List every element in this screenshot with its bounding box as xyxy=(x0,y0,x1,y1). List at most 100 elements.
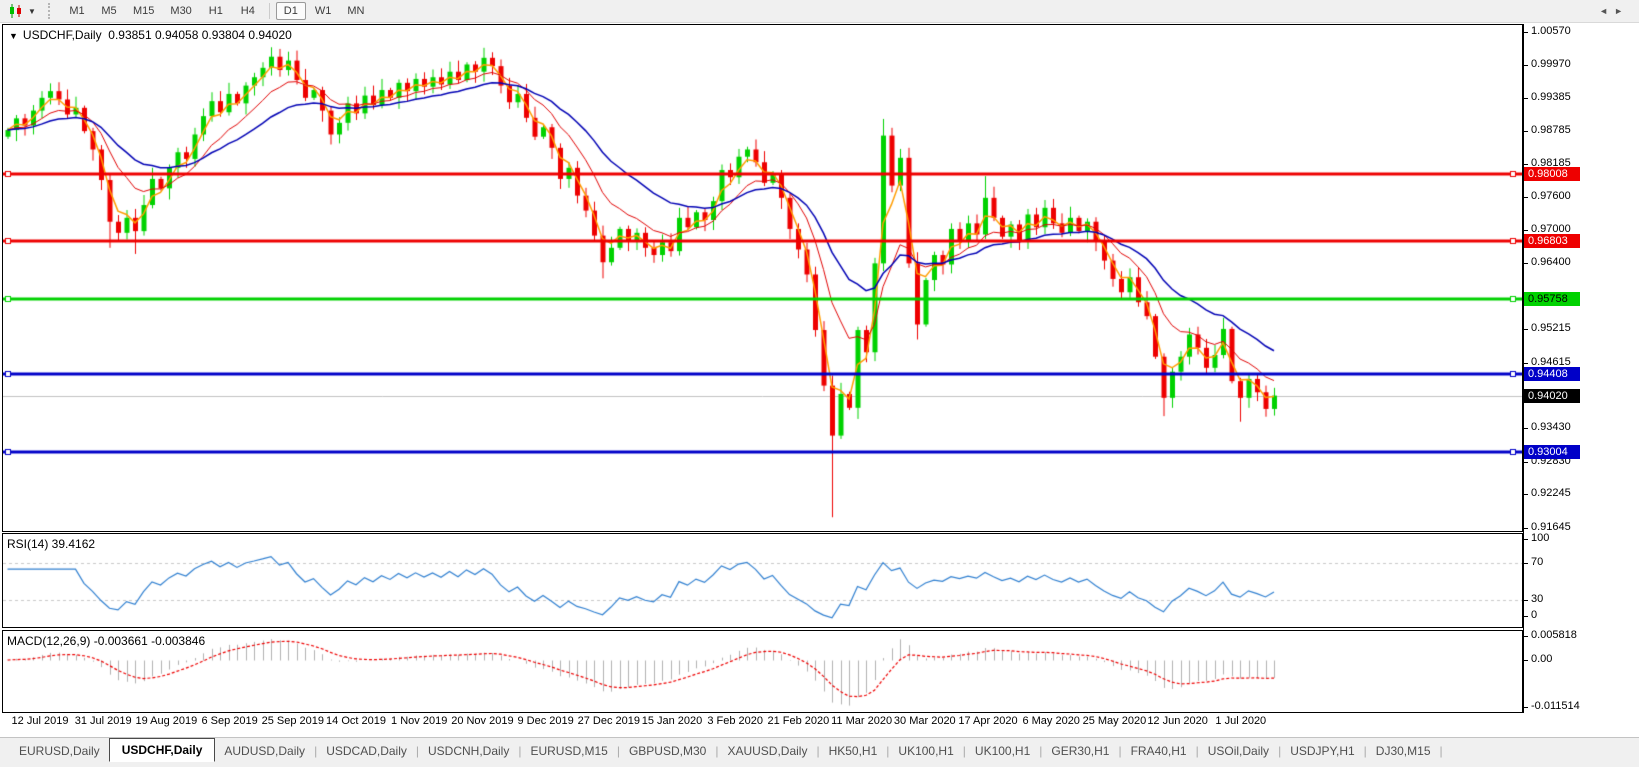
chart-tab-eurusd-daily[interactable]: EURUSD,Daily xyxy=(10,740,109,762)
tab-scroll-left-icon[interactable]: ◄ xyxy=(1599,6,1614,16)
chart-title: ▼ USDCHF,Daily 0.93851 0.94058 0.93804 0.… xyxy=(9,28,292,42)
chart-tab-usdchf-daily[interactable]: USDCHF,Daily xyxy=(108,737,216,762)
chart-tab-dj30-m15[interactable]: DJ30,M15 xyxy=(1367,740,1440,762)
rsi-axis-label: 0 xyxy=(1531,609,1538,621)
chart-tab-eurusd-m15[interactable]: EURUSD,M15 xyxy=(521,740,616,762)
candlestick-chart-canvas[interactable] xyxy=(3,25,1522,531)
chart-tab-hk50-h1[interactable]: HK50,H1 xyxy=(820,740,887,762)
date-axis-label: 3 Feb 2020 xyxy=(707,715,764,727)
hline-price-tag[interactable]: 0.93004 xyxy=(1524,445,1580,459)
timeframe-button-m1[interactable]: M1 xyxy=(62,2,92,20)
date-axis-label: 9 Dec 2019 xyxy=(517,715,574,727)
main-chart-panel[interactable]: ▼ USDCHF,Daily 0.93851 0.94058 0.93804 0.… xyxy=(2,24,1523,532)
chart-tab-audusd-daily[interactable]: AUDUSD,Daily xyxy=(215,740,314,762)
chart-tab-xauusd-daily[interactable]: XAUUSD,Daily xyxy=(718,740,816,762)
chart-tab-fra40-h1[interactable]: FRA40,H1 xyxy=(1122,740,1196,762)
date-axis-label: 11 Mar 2020 xyxy=(831,715,893,727)
macd-axis-label: 0.005818 xyxy=(1531,629,1577,641)
timeframe-button-m5[interactable]: M5 xyxy=(94,2,124,20)
price-axis-label: 0.99385 xyxy=(1531,91,1571,103)
axis-tick xyxy=(1524,494,1528,495)
rsi-axis-label: 30 xyxy=(1531,593,1544,605)
chart-tab-usdcad-daily[interactable]: USDCAD,Daily xyxy=(317,740,416,762)
macd-label: MACD(12,26,9) -0.003661 -0.003846 xyxy=(7,634,206,648)
date-axis-label: 20 Nov 2019 xyxy=(451,715,514,727)
axis-tick xyxy=(1524,363,1528,364)
timeframe-button-mn[interactable]: MN xyxy=(340,2,371,20)
axis-tick xyxy=(1524,263,1528,264)
chart-tab-usdcnh-daily[interactable]: USDCNH,Daily xyxy=(419,740,518,762)
rsi-axis-label: 100 xyxy=(1531,532,1550,544)
rsi-label: RSI(14) 39.4162 xyxy=(7,537,96,551)
chart-tab-uk100-h1[interactable]: UK100,H1 xyxy=(889,740,962,762)
date-axis-label: 1 Jul 2020 xyxy=(1215,715,1267,727)
date-axis-label: 31 Jul 2019 xyxy=(74,715,132,727)
macd-axis-label: 0.00 xyxy=(1531,653,1553,665)
axis-tick xyxy=(1524,539,1528,540)
trading-terminal-window: ▼ M1 M5 M15 M30 H1 H4 D1 W1 MN ▼ USDCHF,Daily 0.9… xyxy=(0,0,1639,767)
chart-tab-usoil-daily[interactable]: USOil,Daily xyxy=(1199,740,1278,762)
axis-tick xyxy=(1524,563,1528,564)
price-axis-label: 0.95215 xyxy=(1531,322,1571,334)
timeframe-button-d1[interactable]: D1 xyxy=(275,2,306,20)
price-axis-label: 0.92245 xyxy=(1531,487,1571,499)
axis-tick xyxy=(1524,197,1528,198)
collapse-chart-icon[interactable]: ▼ xyxy=(9,31,18,41)
timeframe-button-m30[interactable]: M30 xyxy=(163,2,198,20)
date-axis-label: 6 Sep 2019 xyxy=(201,715,258,727)
chart-tab-usdjpy-h1[interactable]: USDJPY,H1 xyxy=(1281,740,1363,762)
timeframe-toolbar: ▼ M1 M5 M15 M30 H1 H4 D1 W1 MN xyxy=(0,0,1639,23)
candlestick-chart-icon[interactable] xyxy=(6,2,26,20)
tab-separator: | xyxy=(1439,743,1443,758)
axis-tick xyxy=(1524,164,1528,165)
axis-tick xyxy=(1524,98,1528,99)
bottom-strip xyxy=(0,763,1639,767)
date-axis[interactable]: 12 Jul 2019 31 Jul 2019 19 Aug 2019 6 Sep 2… xyxy=(0,714,1523,730)
price-axis-label: 0.93430 xyxy=(1531,421,1571,433)
timeframe-button-h4[interactable]: H4 xyxy=(233,2,263,20)
date-axis-label: 6 May 2020 xyxy=(1022,715,1080,727)
toolbar-grip[interactable] xyxy=(48,3,53,19)
rsi-chart-canvas[interactable] xyxy=(3,534,1522,627)
axis-tick xyxy=(1524,528,1528,529)
current-price-tag: 0.94020 xyxy=(1524,389,1580,403)
tab-scroll-right-icon[interactable]: ► xyxy=(1614,6,1629,16)
date-axis-label: 1 Nov 2019 xyxy=(391,715,448,727)
axis-tick xyxy=(1524,616,1528,617)
chart-tab-gbpusd-m30[interactable]: GBPUSD,M30 xyxy=(620,740,715,762)
date-axis-label: 14 Oct 2019 xyxy=(326,715,386,727)
axis-tick xyxy=(1524,428,1528,429)
toolbar-separator xyxy=(268,3,270,19)
price-axis-label: 0.98785 xyxy=(1531,124,1571,136)
date-axis-label: 12 Jun 2020 xyxy=(1147,715,1208,727)
timeframe-button-h1[interactable]: H1 xyxy=(201,2,231,20)
tab-scroll-arrows[interactable]: ◄► xyxy=(1599,6,1629,16)
axis-tick xyxy=(1524,329,1528,330)
date-axis-label: 25 Sep 2019 xyxy=(261,715,324,727)
chart-type-dropdown-icon[interactable]: ▼ xyxy=(26,7,38,16)
date-axis-label: 30 Mar 2020 xyxy=(893,715,956,727)
hline-price-tag[interactable]: 0.96803 xyxy=(1524,234,1580,248)
axis-tick xyxy=(1524,230,1528,231)
date-axis-label: 27 Dec 2019 xyxy=(577,715,640,727)
chart-tab-bar: EURUSD,Daily USDCHF,Daily AUDUSD,Daily | USD… xyxy=(0,737,1639,763)
chart-tab-ger30-h1[interactable]: GER30,H1 xyxy=(1042,740,1118,762)
hline-price-tag[interactable]: 0.95758 xyxy=(1524,292,1580,306)
timeframe-buttons: M1 M5 M15 M30 H1 H4 D1 W1 MN xyxy=(61,2,372,20)
hline-price-tag[interactable]: 0.94408 xyxy=(1524,367,1580,381)
macd-chart-canvas[interactable] xyxy=(3,631,1522,712)
timeframe-button-w1[interactable]: W1 xyxy=(308,2,339,20)
axis-tick xyxy=(1524,65,1528,66)
chart-tab-uk100-h1[interactable]: UK100,H1 xyxy=(966,740,1039,762)
timeframe-button-m15[interactable]: M15 xyxy=(126,2,161,20)
hline-price-tag[interactable]: 0.98008 xyxy=(1524,167,1580,181)
axis-tick xyxy=(1524,636,1528,637)
axis-tick xyxy=(1524,32,1528,33)
price-axis-label: 0.99970 xyxy=(1531,58,1571,70)
rsi-indicator-panel[interactable]: RSI(14) 39.4162 xyxy=(2,533,1523,628)
date-axis-label: 19 Aug 2019 xyxy=(135,715,198,727)
macd-indicator-panel[interactable]: MACD(12,26,9) -0.003661 -0.003846 xyxy=(2,630,1523,713)
date-axis-label: 17 Apr 2020 xyxy=(958,715,1018,727)
chart-ohlc-values: 0.93851 0.94058 0.93804 0.94020 xyxy=(108,28,292,42)
price-axis-label: 0.97600 xyxy=(1531,190,1571,202)
